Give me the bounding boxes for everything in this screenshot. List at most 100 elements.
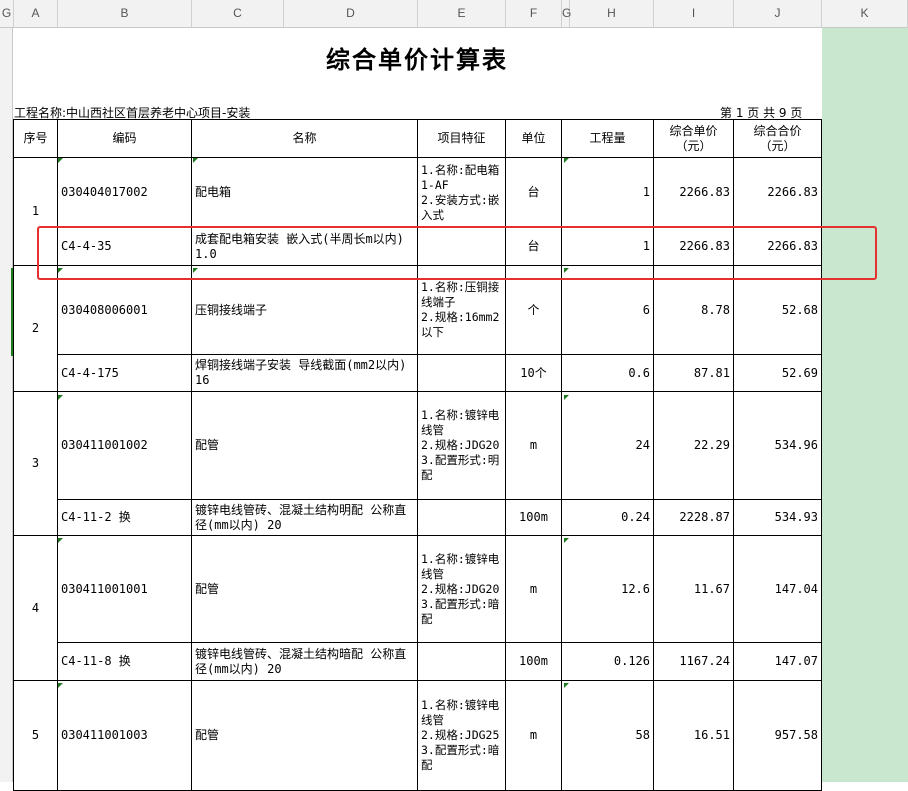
cell-qty[interactable]: 0.6 [561,354,654,392]
table-row[interactable]: C4-11-8 换镀锌电线管砖、混凝土结构暗配 公称直径(mm以内) 20 100… [14,642,822,681]
cell-feature[interactable] [417,354,506,392]
cell-unit[interactable]: 100m [505,642,562,681]
cell-name[interactable]: 镀锌电线管砖、混凝土结构明配 公称直径(mm以内) 20 [191,499,418,536]
selection-indicator [11,268,13,356]
cell-qty[interactable]: 24 [561,391,654,500]
cell-code[interactable]: C4-4-175 [57,354,192,392]
table-row[interactable]: C4-4-35 成套配电箱安装 嵌入式(半周长m以内) 1.0 台 1 2266.83 2… [14,227,822,266]
cell-unit[interactable]: 10个 [505,354,562,392]
cell-code[interactable]: 030411001003 [57,680,192,791]
column-header[interactable]: G [0,0,14,27]
cell-qty[interactable]: 1 [561,227,654,266]
cell-name[interactable]: 配管 [191,680,418,791]
cell-unit[interactable]: m [505,680,562,791]
row-number[interactable]: 0 [0,658,8,670]
cell-unit[interactable]: 台 [505,227,562,266]
cell-qty[interactable]: 1 [561,157,654,228]
cell-unit-price[interactable]: 16.51 [653,680,734,791]
cell-name[interactable]: 配管 [191,535,418,643]
cell-unit[interactable]: m [505,391,562,500]
header-seq: 序号 [13,119,58,158]
cell-total[interactable]: 52.68 [733,265,822,355]
cell-qty[interactable]: 0.24 [561,499,654,536]
cell-code[interactable]: 030411001001 [57,535,192,643]
cell-qty[interactable]: 0.126 [561,642,654,681]
table-row[interactable]: C4-11-2 换镀锌电线管砖、混凝土结构明配 公称直径(mm以内) 20 100… [14,499,822,536]
column-header[interactable]: K [822,0,908,27]
cell-qty[interactable]: 12.6 [561,535,654,643]
row-number[interactable]: 1 [0,730,8,742]
cell-code[interactable]: 030411001002 [57,391,192,500]
table-row[interactable]: 4 030411001001 配管 1.名称:镀锌电线管 2.规格:JDG20 3.配… [13,535,822,681]
column-header[interactable]: H [570,0,654,27]
cell-name[interactable]: 压铜接线端子 [191,265,418,355]
cell-name[interactable]: 焊铜接线端子安装 导线截面(mm2以内) 16 [191,354,418,392]
cell-qty[interactable]: 6 [561,265,654,355]
cell-unit[interactable]: 台 [505,157,562,228]
cell-feature[interactable] [417,227,506,266]
header-feature: 项目特征 [417,119,506,158]
table-row[interactable]: 1 030404017002 配电箱 1.名称:配电箱 1-AF 2.安装方式:嵌入式… [13,157,822,266]
cell-code[interactable]: C4-11-2 换 [57,499,192,536]
cell-name[interactable]: 镀锌电线管砖、混凝土结构暗配 公称直径(mm以内) 20 [191,642,418,681]
cell-code[interactable]: C4-4-35 [57,227,192,266]
column-header[interactable]: C [192,0,284,27]
cell-unit-price[interactable]: 87.81 [653,354,734,392]
table-row[interactable]: 2 030408006001 压铜接线端子 1.名称:压铜接线端子 2.规格:16mm… [13,265,822,392]
cell-feature[interactable] [417,642,506,681]
cell-total[interactable]: 147.04 [733,535,822,643]
cell-seq[interactable]: 3 [13,391,58,536]
column-header[interactable]: D [284,0,418,27]
page-title: 综合单价计算表 [326,46,508,74]
cell-feature[interactable]: 1.名称:镀锌电线管 2.规格:JDG25 3.配置形式:暗配 [417,680,506,791]
cell-marker-icon [58,683,63,688]
table-row[interactable]: C4-4-175 焊铜接线端子安装 导线截面(mm2以内) 16 10个 0.6 87.… [14,354,822,392]
cell-unit[interactable]: 个 [505,265,562,355]
cell-name[interactable]: 配电箱 [191,157,418,228]
cell-seq[interactable]: 4 [13,535,58,681]
column-header[interactable]: J [734,0,822,27]
cell-total[interactable]: 957.58 [733,680,822,791]
cell-feature[interactable]: 1.名称:配电箱 1-AF 2.安装方式:嵌入式 [417,157,506,228]
column-header[interactable]: E [418,0,506,27]
column-header[interactable]: A [14,0,58,27]
column-header[interactable]: B [58,0,192,27]
column-header[interactable]: I [654,0,734,27]
header-total: 综合合价 （元） [733,119,822,158]
cell-seq[interactable]: 1 [13,157,58,266]
cell-code[interactable]: C4-11-8 换 [57,642,192,681]
cell-feature[interactable]: 1.名称:压铜接线端子 2.规格:16mm2以下 [417,265,506,355]
cell-unit-price[interactable]: 2228.87 [653,499,734,536]
cell-unit-price[interactable]: 22.29 [653,391,734,500]
table-row[interactable]: 3 030411001002 配管 1.名称:镀锌电线管 2.规格:JDG20 3.配… [13,391,822,536]
cell-seq[interactable]: 2 [13,265,58,392]
cell-unit-price[interactable]: 11.67 [653,535,734,643]
cell-unit[interactable]: m [505,535,562,643]
cell-total[interactable]: 147.07 [733,642,822,681]
cell-total[interactable]: 2266.83 [733,227,822,266]
cell-unit-price[interactable]: 2266.83 [653,227,734,266]
row-number[interactable]: 2 [0,778,8,790]
column-header[interactable]: F [506,0,562,27]
cell-total[interactable]: 534.96 [733,391,822,500]
cell-qty[interactable]: 58 [561,680,654,791]
table-row[interactable]: 5 030411001003 配管 1.名称:镀锌电线管 2.规格:JDG25 3.配… [13,680,822,791]
cell-feature[interactable] [417,499,506,536]
cell-unit-price[interactable]: 1167.24 [653,642,734,681]
cell-feature[interactable]: 1.名称:镀锌电线管 2.规格:JDG20 3.配置形式:暗配 [417,535,506,643]
cell-code[interactable]: 030404017002 [57,157,192,228]
cell-name[interactable]: 配管 [191,391,418,500]
cell-unit[interactable]: 100m [505,499,562,536]
row-number-gutter: 1 0 1 2 [0,28,13,790]
cell-total[interactable]: 534.93 [733,499,822,536]
row-number[interactable]: 1 [0,585,8,597]
cell-total[interactable]: 52.69 [733,354,822,392]
cell-seq[interactable]: 5 [13,680,58,791]
cell-total[interactable]: 2266.83 [733,157,822,228]
cell-name[interactable]: 成套配电箱安装 嵌入式(半周长m以内) 1.0 [191,227,418,266]
cell-unit-price[interactable]: 2266.83 [653,157,734,228]
column-header[interactable]: G [562,0,571,27]
cell-unit-price[interactable]: 8.78 [653,265,734,355]
cell-code[interactable]: 030408006001 [57,265,192,355]
cell-feature[interactable]: 1.名称:镀锌电线管 2.规格:JDG20 3.配置形式:明配 [417,391,506,500]
